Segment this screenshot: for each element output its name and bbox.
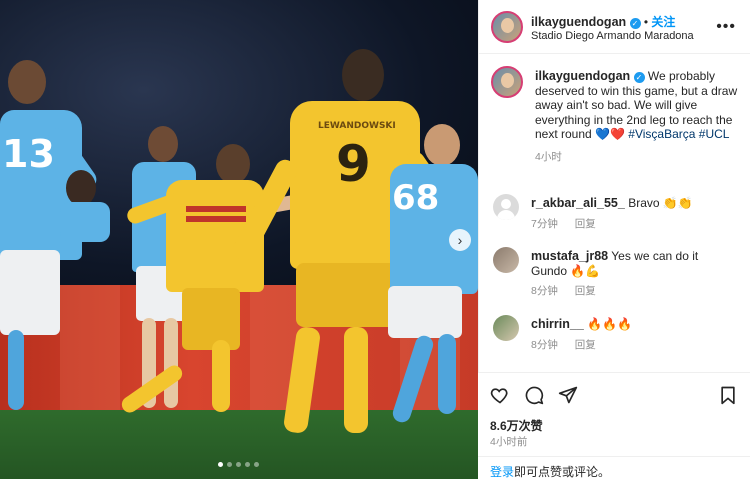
header-username[interactable]: ilkayguendogan [531, 15, 626, 29]
player-napoli-13: 13 [0, 60, 120, 420]
comment-text: Bravo 👏👏 [628, 196, 693, 210]
verified-icon: ✓ [629, 18, 641, 29]
hashtag-link[interactable]: #UCL [699, 127, 730, 141]
share-icon[interactable] [558, 385, 578, 405]
reply-button[interactable]: 回复 [575, 218, 596, 230]
bookmark-icon[interactable] [718, 385, 738, 405]
avatar[interactable] [493, 315, 519, 341]
chevron-right-icon[interactable]: › [449, 229, 471, 251]
carousel-dots [218, 462, 259, 467]
comment-icon[interactable] [524, 385, 544, 405]
comment-username[interactable]: mustafa_jr88 [531, 249, 608, 263]
caption-emojis: 💙❤️ [595, 127, 625, 141]
comment-username[interactable]: chirrin__ [531, 317, 584, 331]
location-link[interactable]: Stadio Diego Armando Maradona [531, 30, 694, 42]
more-icon[interactable]: ••• [716, 18, 736, 36]
comment-time: 8分钟 [531, 339, 558, 351]
avatar[interactable] [491, 11, 523, 43]
avatar[interactable] [491, 66, 523, 98]
verified-icon: ✓ [633, 72, 645, 83]
login-prompt: 登录即可点赞或评论。 [478, 456, 750, 479]
carousel-dot [254, 462, 259, 467]
carousel-dot [236, 462, 241, 467]
post-time: 4小时前 [490, 436, 528, 448]
player-napoli-68: 68 [370, 120, 478, 440]
caption-time: 4小时 [535, 150, 562, 163]
heart-icon[interactable] [490, 385, 510, 405]
carousel-dot [245, 462, 250, 467]
login-prompt-text: 即可点赞或评论。 [514, 465, 611, 479]
comment-username[interactable]: r_akbar_ali_55_ [531, 196, 625, 210]
comment-time: 8分钟 [531, 285, 558, 297]
avatar[interactable] [493, 247, 519, 273]
carousel-dot [227, 462, 232, 467]
reply-button[interactable]: 回复 [575, 285, 596, 297]
jersey-number-center: 9 [336, 135, 371, 193]
follow-button[interactable]: 关注 [651, 15, 675, 29]
like-count[interactable]: 8.6万次赞 [490, 417, 543, 434]
caption-username[interactable]: ilkayguendogan [535, 69, 630, 83]
post-header: ilkayguendogan ✓ • 关注 Stadio Diego Arman… [479, 0, 750, 54]
post-photo[interactable]: 13 LEWANDOWSKI 9 68 › [0, 0, 478, 479]
avatar[interactable] [493, 194, 519, 220]
hashtag-link[interactable]: #VisçaBarça [628, 127, 695, 141]
jersey-number-left: 13 [2, 132, 55, 176]
post-actions: 8.6万次赞 4小时前 登录即可点赞或评论。 [478, 372, 750, 479]
player-napoli-back [60, 170, 120, 242]
reply-button[interactable]: 回复 [575, 339, 596, 351]
comment-time: 7分钟 [531, 218, 558, 230]
comment-text: 🔥🔥🔥 [587, 317, 632, 331]
login-link[interactable]: 登录 [490, 465, 514, 479]
jersey-number-right: 68 [392, 178, 440, 218]
carousel-dot [218, 462, 223, 467]
